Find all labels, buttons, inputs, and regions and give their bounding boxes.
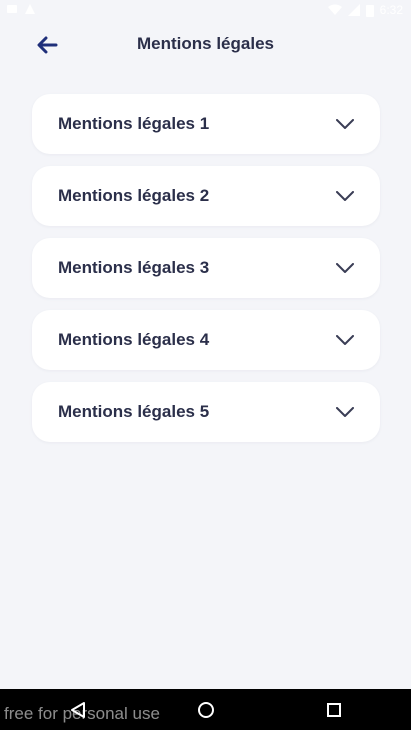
accordion-item-3[interactable]: Mentions légales 3 [32, 238, 380, 298]
signal-icon [347, 4, 360, 16]
accordion-item-label: Mentions légales 1 [58, 114, 210, 133]
accordion-item-4[interactable]: Mentions légales 4 [32, 310, 380, 370]
chevron-down-icon [336, 335, 354, 345]
chevron-down-icon [336, 407, 354, 417]
accordion-item-label: Mentions légales 5 [58, 402, 210, 421]
page-title: Mentions légales [137, 34, 274, 53]
nav-home-button[interactable] [194, 698, 218, 722]
warning-icon [25, 4, 35, 14]
status-icons-left [6, 3, 36, 15]
accordion-item-label: Mentions légales 3 [58, 258, 210, 277]
nav-home-icon [198, 702, 214, 718]
status-bar: 6:32 [0, 0, 411, 22]
wifi-icon [327, 4, 342, 15]
accordion-item-1[interactable]: Mentions légales 1 [32, 94, 380, 154]
notification-icon [7, 5, 17, 13]
battery-icon [365, 4, 374, 17]
status-icons-right: 6:32 [327, 3, 403, 17]
nav-recents-button[interactable] [322, 698, 346, 722]
watermark-text: free for personal use [4, 704, 160, 723]
status-time: 6:32 [379, 3, 403, 17]
legal-mentions-list: Mentions légales 1 Mentions légales 2 Me… [32, 94, 380, 454]
chevron-down-icon [336, 263, 354, 273]
chevron-down-icon [336, 119, 354, 129]
nav-recents-icon [327, 703, 341, 717]
accordion-item-5[interactable]: Mentions légales 5 [32, 382, 380, 442]
accordion-item-label: Mentions légales 4 [58, 330, 210, 349]
accordion-item-label: Mentions légales 2 [58, 186, 210, 205]
app-bar: Mentions légales [0, 22, 411, 68]
accordion-item-2[interactable]: Mentions légales 2 [32, 166, 380, 226]
chevron-down-icon [336, 191, 354, 201]
